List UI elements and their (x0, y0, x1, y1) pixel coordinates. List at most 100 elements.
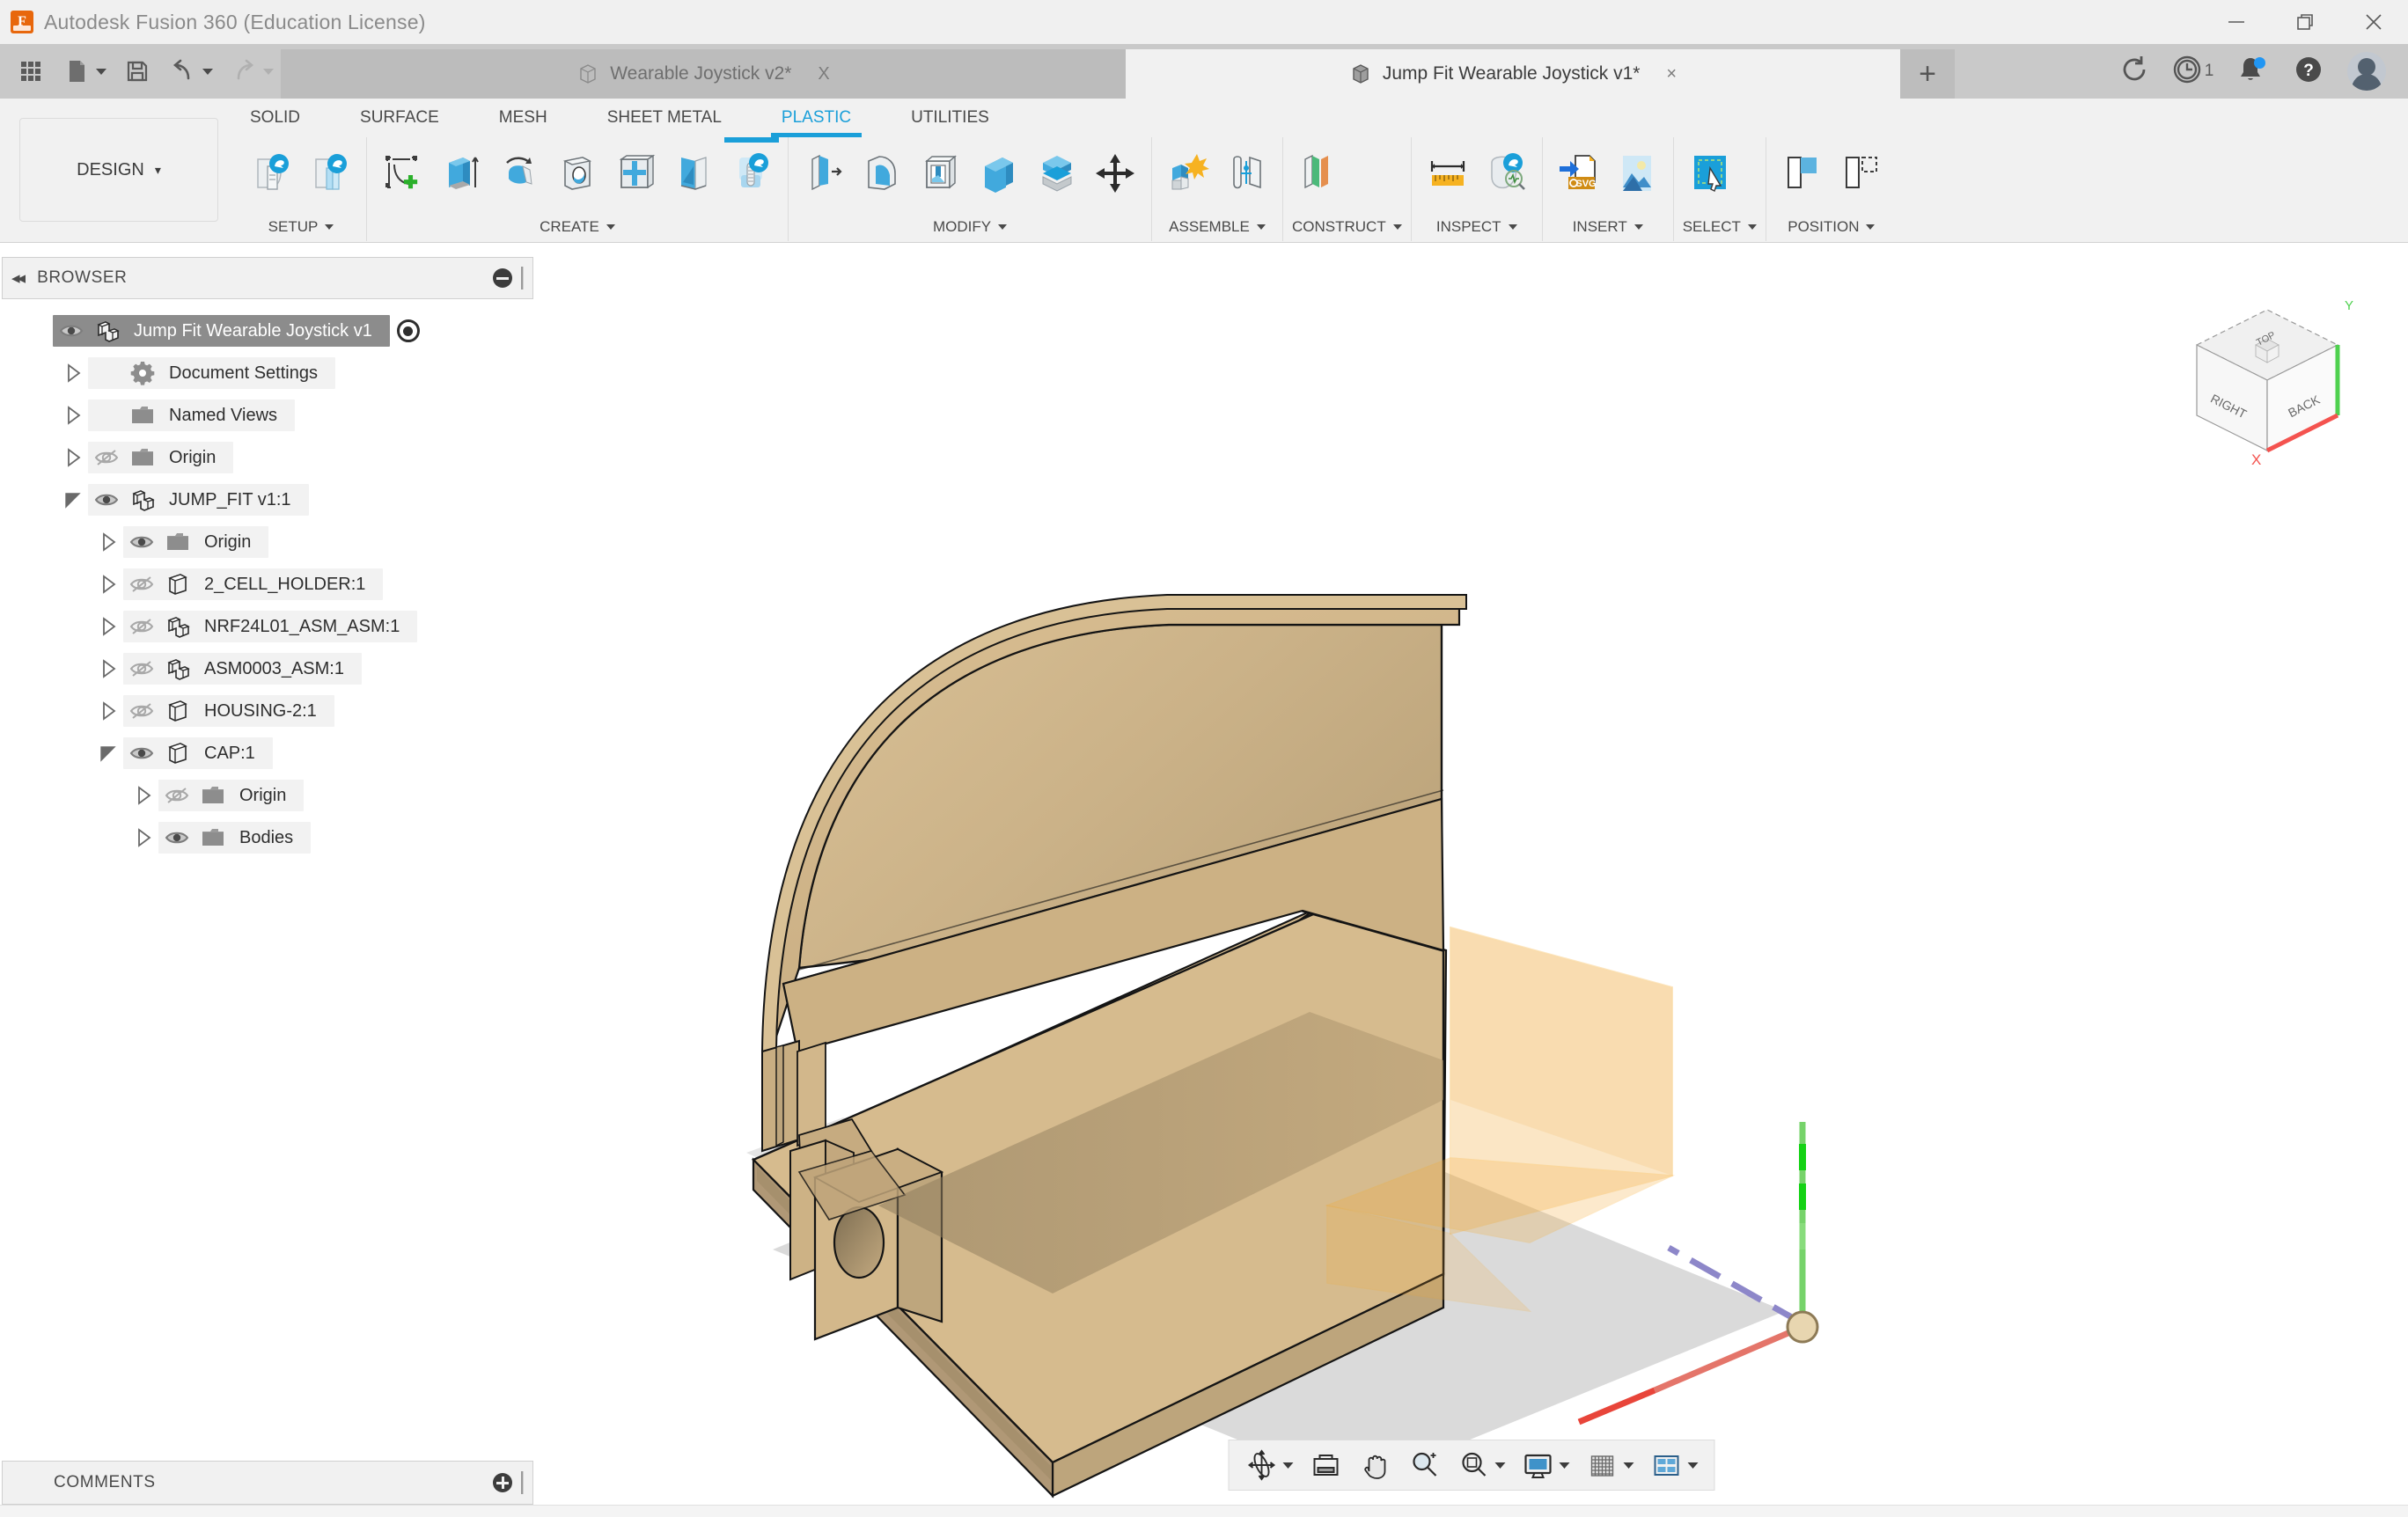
tree-item-content[interactable]: Bodies (158, 822, 311, 854)
tree-item[interactable]: HOUSING-2:1 (0, 690, 535, 732)
joint-tool[interactable] (1219, 143, 1274, 204)
expand-arrow-icon[interactable] (93, 612, 123, 641)
visibility-on-icon[interactable] (158, 823, 195, 853)
visibility-on-icon[interactable] (123, 527, 160, 557)
new-file-button[interactable] (55, 48, 114, 94)
grid-snaps-button[interactable] (1579, 1444, 1641, 1486)
help-button[interactable]: ? (2281, 47, 2336, 96)
ribbon-tab-utilities[interactable]: UTILITIES (881, 99, 1019, 137)
panel-resize-grip[interactable] (521, 267, 524, 289)
tree-item-content[interactable]: Origin (88, 442, 233, 473)
panel-label-create[interactable]: CREATE (376, 218, 779, 241)
tree-item-content[interactable]: Origin (158, 780, 304, 811)
close-icon[interactable]: X (818, 64, 829, 84)
chevron-down-icon[interactable] (1688, 1462, 1699, 1469)
expand-arrow-icon[interactable] (93, 696, 123, 726)
ribbon-tab-surface[interactable]: SURFACE (330, 99, 469, 137)
expand-arrow-icon[interactable] (93, 527, 123, 557)
document-tab-jump-fit[interactable]: Jump Fit Wearable Joystick v1* × (1126, 49, 1900, 99)
panel-label-construct[interactable]: CONSTRUCT (1292, 218, 1402, 241)
expand-arrow-icon[interactable] (128, 823, 158, 853)
user-account-button[interactable] (2339, 47, 2394, 96)
expand-arrow-icon[interactable] (128, 780, 158, 810)
ribbon-tab-solid[interactable]: SOLID (220, 99, 330, 137)
tree-item-content[interactable]: Named Views (88, 399, 295, 431)
workspace-switcher-button[interactable]: DESIGN ▾ (19, 118, 218, 222)
extrude-tool[interactable] (434, 143, 488, 204)
tree-item-content[interactable]: 2_CELL_HOLDER:1 (123, 568, 383, 600)
panel-label-modify[interactable]: MODIFY (797, 218, 1142, 241)
web-tool[interactable] (666, 143, 721, 204)
chevron-down-icon[interactable] (96, 69, 106, 75)
viewport-layout-button[interactable] (1643, 1444, 1706, 1486)
chevron-down-icon[interactable] (1283, 1462, 1294, 1469)
chevron-down-icon[interactable] (1560, 1462, 1570, 1469)
panel-label-assemble[interactable]: ASSEMBLE (1161, 218, 1274, 241)
tree-item[interactable]: Bodies (0, 817, 535, 859)
pan-button[interactable] (1352, 1444, 1399, 1486)
rib-tool[interactable] (608, 143, 663, 204)
position-tool[interactable] (1833, 143, 1888, 204)
revolve-tool[interactable] (492, 143, 547, 204)
tree-item[interactable]: Origin (0, 774, 535, 817)
tree-item[interactable]: JUMP_FIT v1:1 (0, 479, 535, 521)
minimize-button[interactable] (2202, 0, 2271, 44)
comments-panel[interactable]: COMMENTS (2, 1461, 533, 1505)
combine-tool[interactable] (972, 143, 1026, 204)
snap-fit-tool[interactable] (724, 143, 779, 204)
chevron-down-icon[interactable] (1495, 1462, 1506, 1469)
tree-item[interactable]: Origin (0, 521, 535, 563)
tree-item-content[interactable]: Origin (123, 526, 268, 558)
expand-arrow-icon[interactable] (58, 400, 88, 430)
display-settings-button[interactable] (1515, 1444, 1577, 1486)
panel-label-position[interactable]: POSITION (1775, 218, 1888, 241)
tree-item[interactable]: Origin (0, 436, 535, 479)
shell-tool[interactable] (914, 143, 968, 204)
panel-label-select[interactable]: SELECT (1683, 218, 1757, 241)
align-tool[interactable] (1775, 143, 1830, 204)
chevron-down-icon[interactable] (202, 69, 213, 75)
undo-button[interactable] (161, 48, 220, 94)
add-comment-icon[interactable] (493, 1473, 512, 1492)
ribbon-tab-mesh[interactable]: MESH (469, 99, 577, 137)
collapse-arrow-icon[interactable] (23, 316, 53, 346)
view-cube[interactable]: TOP RIGHT BACK Y X (2172, 290, 2375, 475)
zoom-button[interactable] (1401, 1444, 1449, 1486)
tree-item[interactable]: Named Views (0, 394, 535, 436)
3d-viewport[interactable]: TOP RIGHT BACK Y X (535, 255, 2408, 1517)
expand-arrow-icon[interactable] (93, 654, 123, 684)
tree-item[interactable]: Jump Fit Wearable Joystick v1 (0, 310, 535, 352)
visibility-off-icon[interactable] (158, 780, 195, 810)
expand-arrow-icon[interactable] (93, 569, 123, 599)
new-tab-button[interactable]: + (1900, 49, 1955, 99)
chevron-down-icon[interactable] (263, 69, 274, 75)
save-button[interactable] (115, 48, 159, 94)
expand-arrow-icon[interactable] (58, 443, 88, 473)
select-tool[interactable] (1683, 143, 1737, 204)
panel-label-inspect[interactable]: INSPECT (1421, 218, 1533, 241)
visibility-off-icon[interactable] (123, 654, 160, 684)
fit-button[interactable] (1450, 1444, 1513, 1486)
collapse-all-icon[interactable] (493, 268, 512, 288)
insert-canvas-tool[interactable] (1610, 143, 1664, 204)
hole-tool[interactable] (550, 143, 605, 204)
collapse-panel-icon[interactable]: ◂◂ (11, 268, 23, 289)
plastic-rule-tool[interactable] (245, 143, 299, 204)
ribbon-tab-plastic[interactable]: PLASTIC (752, 99, 881, 137)
visibility-on-icon[interactable] (88, 485, 125, 515)
plastic-material-tool[interactable] (303, 143, 357, 204)
tree-item-content[interactable]: Jump Fit Wearable Joystick v1 (53, 315, 390, 347)
expand-arrow-icon[interactable] (58, 358, 88, 388)
app-grid-button[interactable] (9, 48, 53, 94)
tree-item-content[interactable]: Document Settings (88, 357, 335, 389)
panel-resize-grip[interactable] (521, 1471, 524, 1494)
sync-refresh-button[interactable] (2107, 47, 2162, 96)
tree-item[interactable]: Document Settings (0, 352, 535, 394)
visibility-off-icon[interactable] (123, 696, 160, 726)
analysis-tool[interactable] (1479, 143, 1533, 204)
measure-tool[interactable] (1421, 143, 1475, 204)
panel-label-setup[interactable]: SETUP (245, 218, 357, 241)
visibility-off-icon[interactable] (123, 612, 160, 641)
insert-svg-tool[interactable]: SVG (1552, 143, 1606, 204)
draft-tool[interactable] (797, 143, 852, 204)
